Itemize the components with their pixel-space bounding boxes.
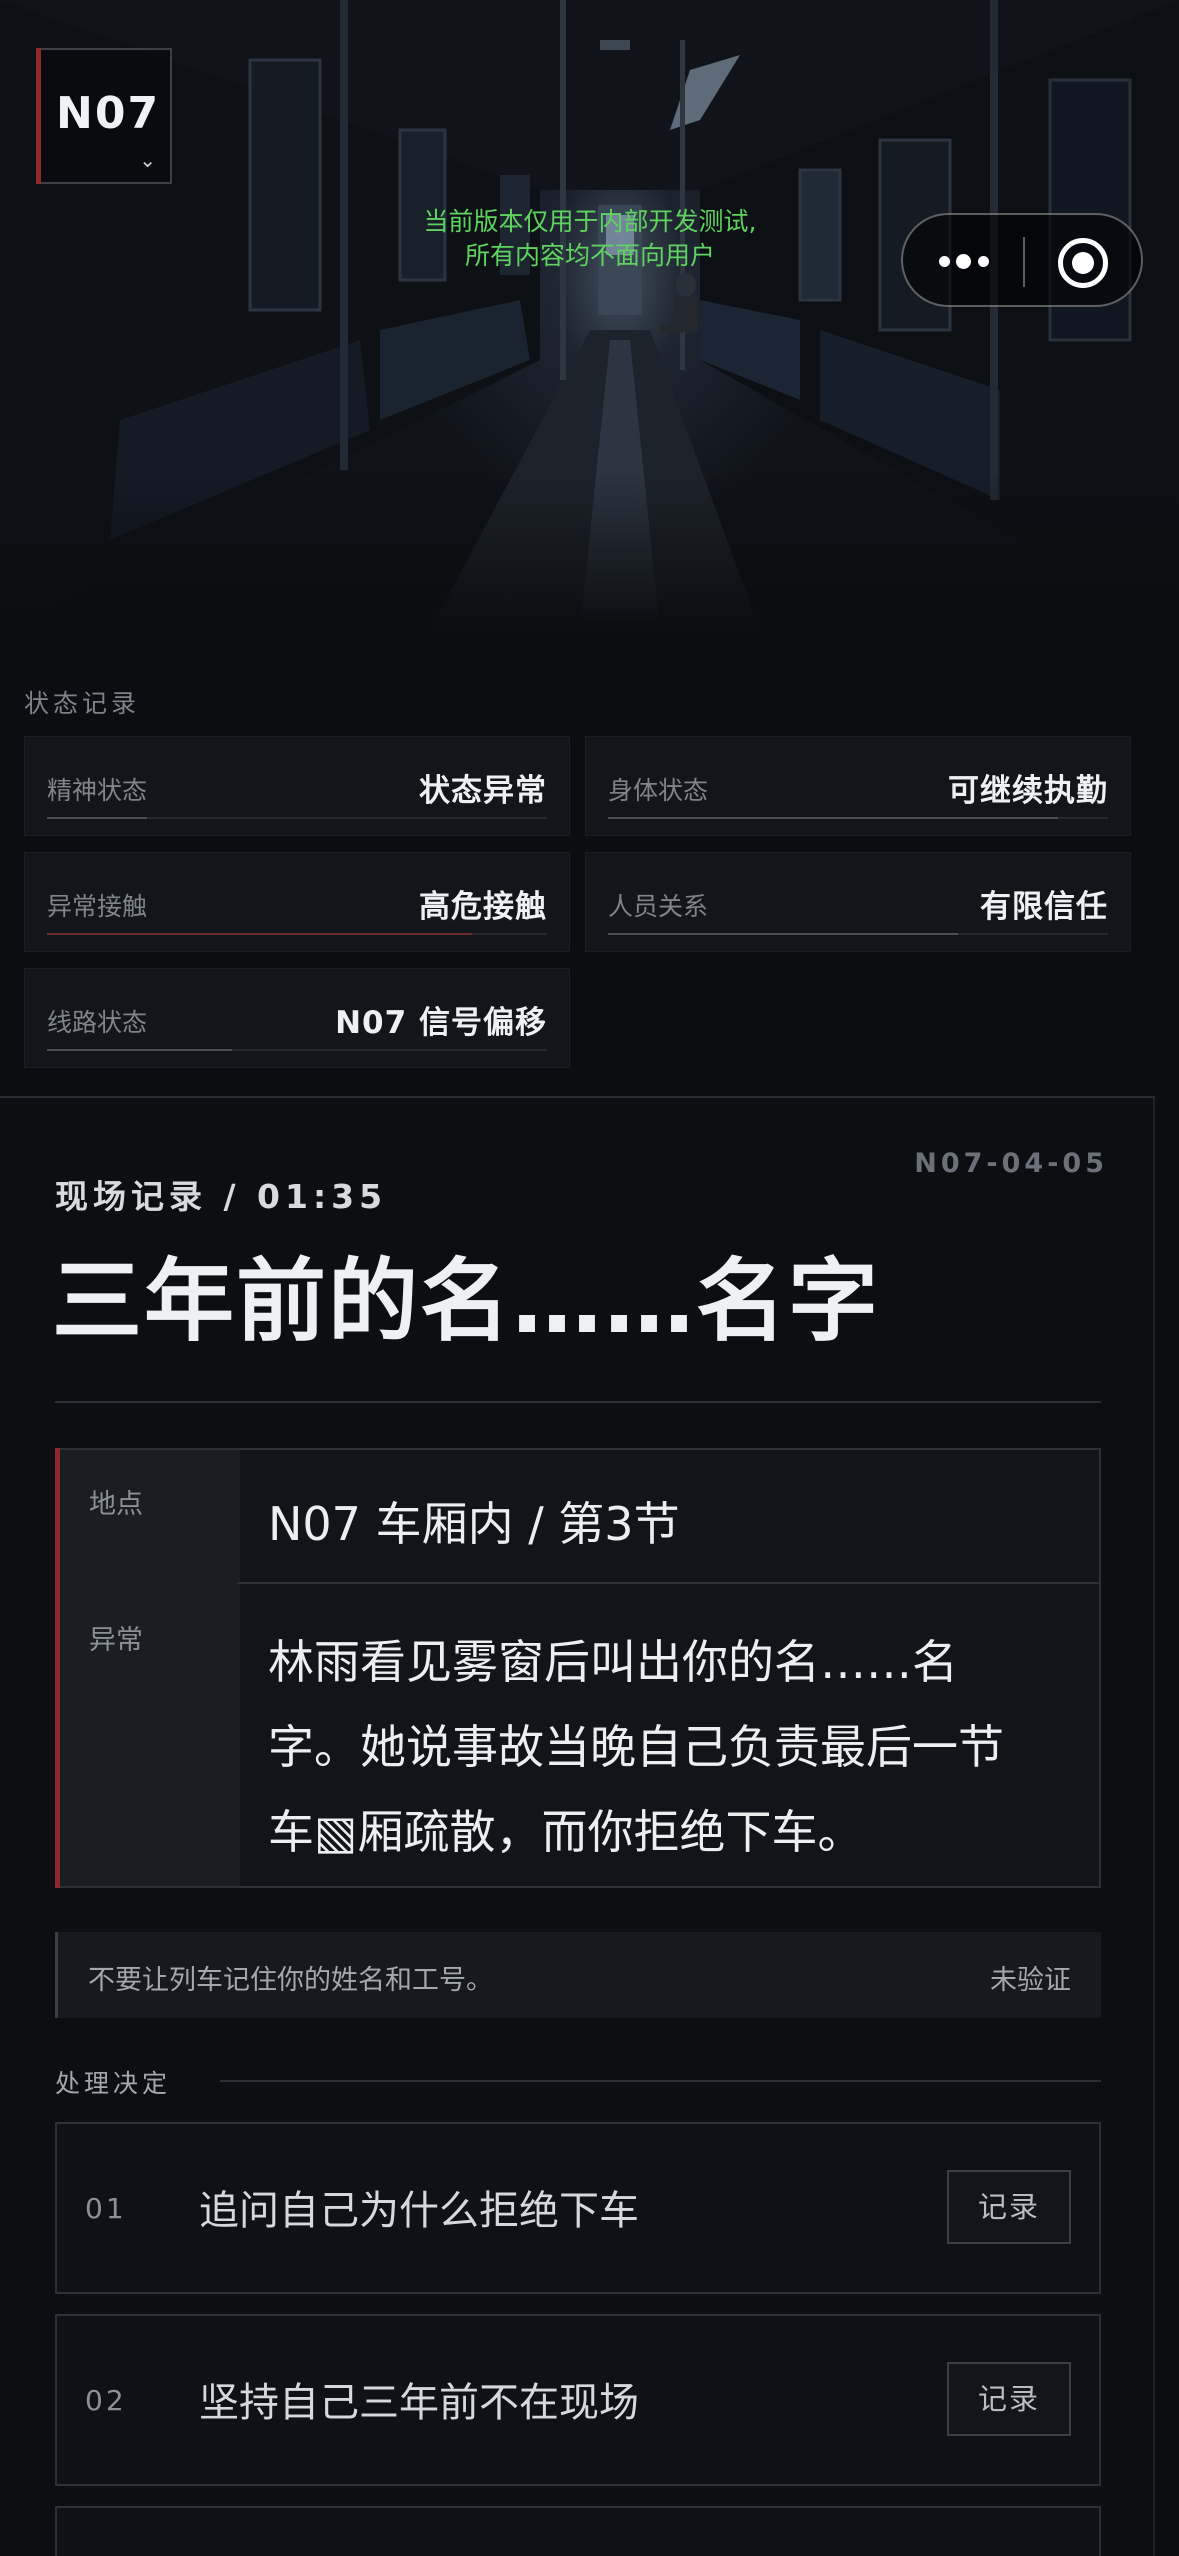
anomaly-text: 林雨看见雾窗后叫出你的名……名 字。她说事故当晚自己负责最后一节 车▧厢疏散，而… bbox=[268, 1620, 1068, 1875]
option-text: 追问自己为什么拒绝下车 bbox=[199, 2188, 639, 2234]
status-label: 身体状态 bbox=[608, 776, 709, 805]
status-bar bbox=[47, 817, 547, 819]
anomaly-line: 字。她说事故当晚自己负责最后一节 bbox=[268, 1720, 1004, 1774]
status-bar-fill bbox=[47, 1049, 232, 1051]
warning-text: 不要让列车记住你的姓名和工号。 bbox=[88, 1965, 493, 1996]
decision-option[interactable]: 01 追问自己为什么拒绝下车 记录 bbox=[55, 2122, 1101, 2294]
hero-banner: N07 ⌄ 当前版本仅用于内部开发测试, 所有内容均不面向用户 bbox=[0, 0, 1179, 630]
status-bar-fill bbox=[608, 817, 1058, 819]
decision-section-title: 处理决定 bbox=[55, 2069, 172, 2098]
status-section-title: 状态记录 bbox=[24, 689, 141, 718]
chevron-down-icon: ⌄ bbox=[139, 148, 156, 172]
status-value: 有限信任 bbox=[980, 889, 1108, 925]
status-bar-fill bbox=[47, 817, 147, 819]
anomaly-line: 林雨看见雾窗后叫出你的名……名 bbox=[268, 1635, 958, 1689]
record-id: N07-04-05 bbox=[914, 1148, 1108, 1179]
title-rule bbox=[55, 1401, 1101, 1403]
record-info-table: 地点 N07 车厢内 / 第3节 异常 林雨看见雾窗后叫出你的名……名 字。她说… bbox=[55, 1448, 1101, 1888]
anomaly-label: 异常 bbox=[89, 1625, 143, 1656]
status-bar-fill bbox=[47, 933, 472, 935]
status-bar bbox=[608, 933, 1108, 935]
location-value: N07 车厢内 / 第3节 bbox=[268, 1497, 680, 1551]
test-notice-line1: 当前版本仅用于内部开发测试, bbox=[423, 207, 757, 236]
status-card-relations: 人员关系 有限信任 bbox=[585, 852, 1131, 952]
test-notice: 当前版本仅用于内部开发测试, 所有内容均不面向用户 bbox=[360, 205, 820, 273]
record-title: 三年前的名……名字 bbox=[52, 1249, 880, 1354]
more-dots-icon[interactable] bbox=[935, 237, 1007, 285]
line-selector[interactable]: N07 ⌄ bbox=[36, 48, 172, 184]
status-label: 人员关系 bbox=[608, 892, 709, 921]
row-separator bbox=[237, 1582, 1101, 1584]
status-value: 可继续执勤 bbox=[948, 773, 1108, 809]
status-card-line: 线路状态 N07 信号偏移 bbox=[24, 968, 570, 1068]
status-bar bbox=[47, 1049, 547, 1051]
status-label: 异常接触 bbox=[47, 892, 148, 921]
option-number: 01 bbox=[85, 2192, 127, 2225]
location-label: 地点 bbox=[89, 1489, 143, 1520]
decision-rule bbox=[220, 2080, 1101, 2082]
status-card-physical: 身体状态 可继续执勤 bbox=[585, 736, 1131, 836]
status-bar-fill bbox=[608, 933, 958, 935]
label-column bbox=[60, 1450, 240, 1886]
option-text: 坚持自己三年前不在现场 bbox=[199, 2380, 639, 2426]
status-bar bbox=[47, 933, 547, 935]
line-logo: N07 bbox=[56, 88, 161, 139]
scene-record-card: 现场记录 / 01:35 N07-04-05 三年前的名……名字 地点 N07 … bbox=[0, 1098, 1155, 2556]
status-value: 状态异常 bbox=[419, 773, 547, 809]
anomaly-line: 车▧厢疏散，而你拒绝下车。 bbox=[268, 1805, 864, 1859]
red-accent-bar bbox=[55, 1448, 60, 1888]
record-button[interactable]: 记录 bbox=[947, 2362, 1071, 2436]
record-header: 现场记录 / 01:35 bbox=[55, 1177, 388, 1216]
status-value: 高危接触 bbox=[419, 889, 547, 925]
hero-fade bbox=[0, 470, 1179, 630]
verification-status: 未验证 bbox=[990, 1965, 1071, 1996]
status-label: 精神状态 bbox=[47, 776, 148, 805]
status-card-anomaly-contact: 异常接触 高危接触 bbox=[24, 852, 570, 952]
record-button[interactable]: 记录 bbox=[947, 2170, 1071, 2244]
mini-program-capsule bbox=[901, 213, 1143, 307]
decision-option[interactable]: 02 坚持自己三年前不在现场 记录 bbox=[55, 2314, 1101, 2486]
status-card-mental: 精神状态 状态异常 bbox=[24, 736, 570, 836]
status-value: N07 信号偏移 bbox=[335, 1005, 547, 1041]
option-number: 02 bbox=[85, 2384, 127, 2417]
capsule-divider bbox=[1023, 237, 1025, 287]
status-label: 线路状态 bbox=[47, 1008, 148, 1037]
warning-bar: 不要让列车记住你的姓名和工号。 未验证 bbox=[55, 1932, 1101, 2018]
decision-option-partial[interactable] bbox=[55, 2506, 1101, 2556]
test-notice-line2: 所有内容均不面向用户 bbox=[464, 241, 715, 270]
mini-program-close-icon[interactable] bbox=[1057, 237, 1109, 289]
status-bar bbox=[608, 817, 1108, 819]
